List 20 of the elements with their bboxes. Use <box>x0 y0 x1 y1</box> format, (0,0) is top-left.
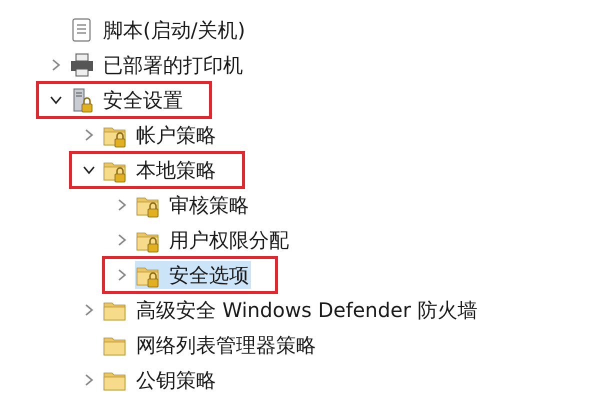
tree-item[interactable]: 本地策略 <box>102 156 218 184</box>
tree-item[interactable]: 高级安全 Windows Defender 防火墙 <box>102 296 480 324</box>
tree-item[interactable]: 网络列表管理器策略 <box>102 330 318 358</box>
tree-item[interactable]: 用户权限分配 <box>135 226 291 254</box>
tree-item[interactable]: 帐户策略 <box>102 120 218 148</box>
tree-item[interactable]: 脚本(启动/关机) <box>69 16 248 44</box>
chevron-right-icon[interactable] <box>82 128 94 140</box>
chevron-down-icon[interactable] <box>50 94 62 106</box>
chevron-right-icon[interactable] <box>50 58 62 70</box>
chevron-down-icon[interactable] <box>82 164 94 176</box>
chevron-right-icon[interactable] <box>82 374 94 386</box>
tree-item[interactable]: 已部署的打印机 <box>69 50 245 78</box>
chevron-right-icon[interactable] <box>116 234 128 246</box>
tree-item[interactable]: 安全选项 <box>135 260 251 288</box>
tree-item[interactable]: 安全设置 <box>69 86 185 114</box>
tree-item[interactable]: 公钥策略 <box>102 366 218 394</box>
tree-item[interactable]: 审核策略 <box>135 190 251 218</box>
chevron-right-icon[interactable] <box>82 304 94 316</box>
chevron-right-icon[interactable] <box>116 268 128 280</box>
chevron-right-icon[interactable] <box>116 198 128 210</box>
